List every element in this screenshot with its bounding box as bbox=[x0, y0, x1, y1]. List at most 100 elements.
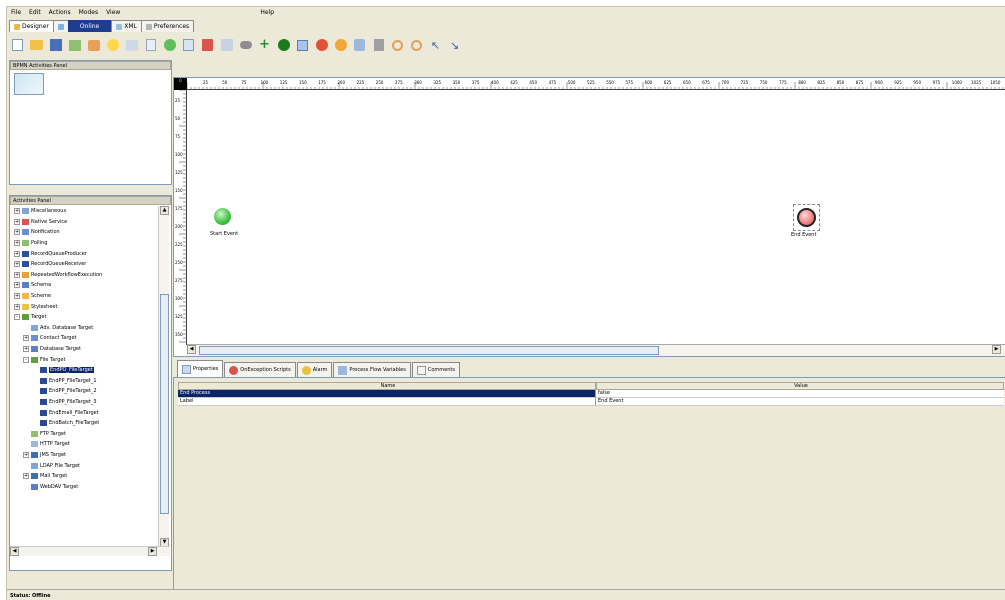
tree-item[interactable]: + Polling bbox=[10, 238, 156, 249]
tree-item[interactable]: - Target bbox=[10, 312, 156, 323]
circle-shape-icon[interactable] bbox=[333, 38, 348, 53]
tab-preferences[interactable]: Preferences bbox=[140, 20, 195, 32]
tree-item[interactable]: FTP Target bbox=[10, 428, 156, 439]
expander-icon[interactable]: + bbox=[23, 473, 29, 480]
tree-item[interactable]: + Schema bbox=[10, 280, 156, 291]
expander-icon[interactable]: + bbox=[23, 335, 29, 342]
tree-item[interactable]: + Scheme bbox=[10, 291, 156, 302]
tree-item[interactable]: + Miscellaneous bbox=[10, 206, 156, 217]
undo-icon[interactable] bbox=[390, 38, 405, 53]
tree-item[interactable]: EndEmail_FileTarget bbox=[10, 407, 156, 418]
menu-modes[interactable]: Modes bbox=[75, 9, 102, 16]
scroll-up-arrow-icon[interactable]: ▲ bbox=[160, 206, 169, 215]
database-icon[interactable] bbox=[352, 38, 367, 53]
menu-help[interactable]: Help bbox=[256, 9, 278, 16]
tree-item[interactable]: + Notification bbox=[10, 227, 156, 238]
tab-designer[interactable]: Designer bbox=[9, 20, 54, 32]
scroll-right-arrow-icon[interactable]: ▶ bbox=[148, 547, 157, 556]
tree-item[interactable]: EndPP_FileTarget_2 bbox=[10, 386, 156, 397]
export-icon[interactable] bbox=[67, 38, 82, 53]
redo-icon[interactable] bbox=[409, 38, 424, 53]
property-value[interactable]: End Event bbox=[596, 398, 1004, 406]
expander-icon[interactable]: - bbox=[14, 314, 20, 321]
tree-item[interactable]: EndPO_FileTarget bbox=[10, 365, 156, 376]
bpmn-activity-thumbnail[interactable] bbox=[14, 73, 44, 95]
tab-onexception-scripts[interactable]: OnException Scripts bbox=[224, 362, 296, 377]
tree-item[interactable]: + Native Service bbox=[10, 217, 156, 228]
tree-horizontal-scrollbar[interactable]: ◀ ▶ bbox=[10, 546, 170, 556]
tree-item[interactable]: + Contact Target bbox=[10, 333, 156, 344]
expander-icon[interactable]: + bbox=[14, 282, 20, 289]
tree-item[interactable]: WebDAV Target bbox=[10, 481, 156, 492]
expander-icon[interactable]: + bbox=[14, 271, 20, 278]
expander-icon[interactable]: + bbox=[14, 240, 20, 247]
expander-icon[interactable]: - bbox=[23, 356, 29, 363]
tab-alarm[interactable]: Alarm bbox=[296, 362, 333, 377]
tree-item[interactable]: LDAP File Target bbox=[10, 460, 156, 471]
add-icon[interactable]: + bbox=[257, 38, 272, 53]
tree-scroll-thumb[interactable] bbox=[160, 294, 169, 514]
tree-item[interactable]: EndPP_FileTarget_3 bbox=[10, 397, 156, 408]
end-event-node[interactable] bbox=[797, 208, 816, 227]
expander-icon[interactable]: + bbox=[23, 346, 29, 353]
tree-item[interactable]: EndPP_FileTarget_1 bbox=[10, 376, 156, 387]
star-icon[interactable] bbox=[105, 38, 120, 53]
connector-icon[interactable]: ↘ bbox=[447, 38, 462, 53]
tree-item[interactable]: + Stylesheet bbox=[10, 301, 156, 312]
column-header-name[interactable]: Name bbox=[178, 382, 596, 390]
tree-vertical-scrollbar[interactable]: ▲ ▼ bbox=[158, 206, 169, 547]
scroll-left-arrow-icon[interactable]: ◀ bbox=[10, 547, 19, 556]
table-row[interactable]: End Process false bbox=[178, 390, 1004, 398]
tree-item[interactable]: Adv. Database Target bbox=[10, 323, 156, 334]
tree-item[interactable]: + Mail Target bbox=[10, 471, 156, 482]
tree-item[interactable]: + RecordQueueProducer bbox=[10, 248, 156, 259]
tree-item[interactable]: + JMS Target bbox=[10, 450, 156, 461]
menu-actions[interactable]: Actions bbox=[45, 9, 75, 16]
tree-item[interactable]: + RecordQueueReceiver bbox=[10, 259, 156, 270]
info-icon[interactable] bbox=[276, 38, 291, 53]
expander-icon[interactable]: + bbox=[14, 208, 20, 215]
tree-item[interactable]: HTTP Target bbox=[10, 439, 156, 450]
expander-icon[interactable]: + bbox=[14, 303, 20, 310]
new-icon[interactable] bbox=[10, 38, 25, 53]
pointer-icon[interactable]: ↖ bbox=[428, 38, 443, 53]
open-folder-icon[interactable] bbox=[29, 38, 44, 53]
paste-icon[interactable] bbox=[219, 38, 234, 53]
document-icon[interactable] bbox=[143, 38, 158, 53]
cut-icon[interactable] bbox=[200, 38, 215, 53]
expander-icon[interactable]: + bbox=[14, 293, 20, 300]
property-value[interactable]: false bbox=[596, 390, 1004, 398]
tree-item[interactable]: + RepeatedWorkflowExecution bbox=[10, 270, 156, 281]
property-name[interactable]: Label bbox=[178, 398, 596, 406]
canvas-horizontal-scrollbar[interactable]: ◀ ▶ bbox=[187, 344, 1005, 356]
clipboard-icon[interactable] bbox=[124, 38, 139, 53]
menu-file[interactable]: File bbox=[7, 9, 25, 16]
process-canvas[interactable]: Start Event End Event bbox=[188, 91, 1002, 345]
menu-view[interactable]: View bbox=[102, 9, 124, 16]
expander-icon[interactable]: + bbox=[14, 229, 20, 236]
print-icon[interactable] bbox=[86, 38, 101, 53]
run-icon[interactable] bbox=[162, 38, 177, 53]
link-icon[interactable] bbox=[238, 38, 253, 53]
stop-icon[interactable] bbox=[314, 38, 329, 53]
expander-icon[interactable]: + bbox=[23, 451, 29, 458]
table-row[interactable]: Label End Event bbox=[178, 398, 1004, 406]
canvas-scroll-left-icon[interactable]: ◀ bbox=[187, 345, 196, 354]
tree-item[interactable]: - File Target bbox=[10, 354, 156, 365]
tab-comments[interactable]: Comments bbox=[411, 362, 460, 377]
tab-properties[interactable]: Properties bbox=[177, 360, 224, 377]
copy-icon[interactable] bbox=[181, 38, 196, 53]
start-event-node[interactable] bbox=[214, 208, 231, 225]
rectangle-shape-icon[interactable] bbox=[295, 38, 310, 53]
tree-item[interactable]: EndBatch_FileTarget bbox=[10, 418, 156, 429]
expander-icon[interactable]: + bbox=[14, 218, 20, 225]
expander-icon[interactable]: + bbox=[14, 250, 20, 257]
tab-online-icon-holder[interactable] bbox=[52, 20, 69, 32]
canvas-scroll-right-icon[interactable]: ▶ bbox=[992, 345, 1001, 354]
column-header-value[interactable]: Value bbox=[596, 382, 1004, 390]
tab-xml[interactable]: XML bbox=[111, 20, 142, 32]
save-icon[interactable] bbox=[48, 38, 63, 53]
gateway-icon[interactable] bbox=[371, 38, 386, 53]
expander-icon[interactable]: + bbox=[14, 261, 20, 268]
property-name[interactable]: End Process bbox=[178, 390, 596, 398]
